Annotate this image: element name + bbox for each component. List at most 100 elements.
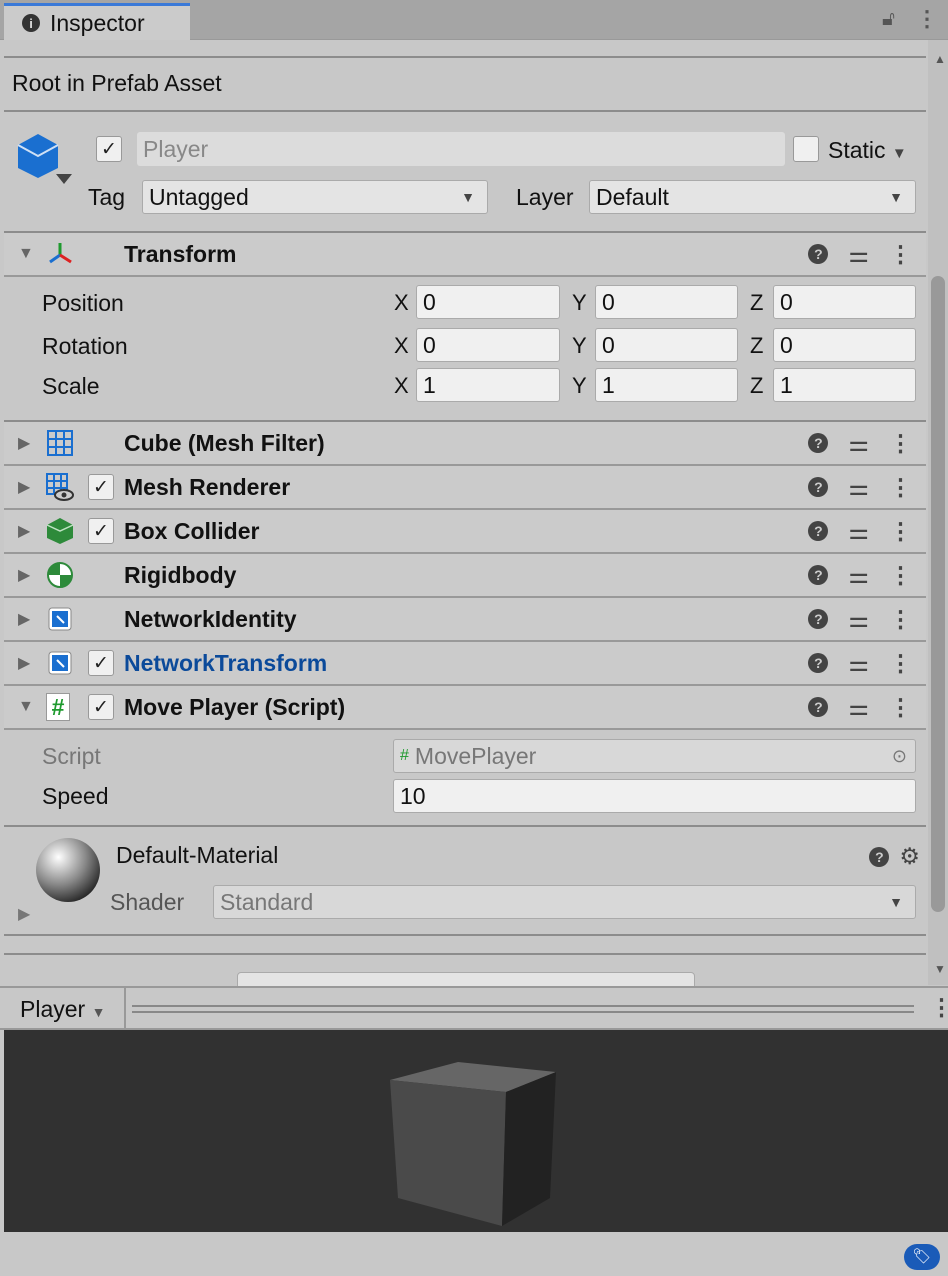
position-x-field[interactable]: 0	[416, 285, 560, 319]
component-header[interactable]: ▶ ✓ Mesh Renderer ? ⚌ ⋮	[4, 466, 926, 510]
axis-label: X	[394, 333, 409, 358]
tab-title: Inspector	[50, 9, 145, 36]
resize-handle[interactable]	[132, 1005, 914, 1013]
mesh-renderer-icon	[46, 473, 74, 501]
help-icon[interactable]: ?	[869, 846, 890, 867]
more-icon[interactable]: ⋮	[889, 430, 912, 457]
component-title: NetworkTransform	[124, 649, 328, 676]
more-icon[interactable]: ⋮	[889, 606, 912, 633]
help-icon[interactable]: ?	[808, 609, 829, 629]
help-icon[interactable]: ?	[808, 653, 829, 673]
network-icon	[46, 649, 74, 677]
component-title: NetworkIdentity	[124, 605, 297, 632]
fold-right-icon[interactable]: ▶	[18, 477, 30, 497]
help-icon[interactable]: ?	[808, 433, 829, 453]
scrollbar-thumb[interactable]	[931, 276, 945, 912]
component-header[interactable]: ▶ Cube (Mesh Filter) ? ⚌ ⋮	[4, 422, 926, 466]
rotation-x-field[interactable]: 0	[416, 328, 560, 362]
enabled-checkbox[interactable]: ✓	[88, 650, 114, 676]
scale-x-field[interactable]: 1	[416, 368, 560, 402]
speed-field[interactable]: 10	[393, 779, 916, 813]
mesh-filter-icon	[46, 429, 74, 457]
enabled-checkbox[interactable]: ✓	[88, 474, 114, 500]
script-field[interactable]: # MovePlayer ⊙	[393, 739, 916, 773]
component-title: Move Player (Script)	[124, 693, 346, 720]
tag-dropdown[interactable]: Untagged	[142, 180, 488, 214]
axis-label: Y	[572, 373, 587, 398]
component-title: Cube (Mesh Filter)	[124, 429, 325, 456]
axis-label: X	[394, 373, 409, 398]
help-icon[interactable]: ?	[808, 565, 829, 585]
tab-inspector[interactable]: i Inspector	[4, 3, 190, 40]
fold-right-icon[interactable]: ▶	[18, 521, 30, 541]
asset-labels-icon[interactable]: 🏷︎	[904, 1244, 940, 1270]
fold-down-icon[interactable]: ▼	[18, 698, 34, 716]
help-icon[interactable]: ?	[808, 244, 829, 264]
more-icon[interactable]: ⋮	[889, 518, 912, 545]
fold-right-icon[interactable]: ▶	[18, 609, 30, 629]
shader-dropdown[interactable]: Standard	[213, 885, 916, 919]
static-dropdown[interactable]: Static ▼	[828, 137, 907, 164]
preview-viewport[interactable]	[4, 1030, 948, 1232]
script-icon: #	[46, 693, 70, 721]
fold-right-icon[interactable]: ▶	[18, 433, 30, 453]
preset-icon[interactable]: ⚌	[848, 650, 869, 677]
name-field[interactable]: Player	[137, 132, 785, 166]
active-checkbox[interactable]: ✓	[96, 136, 122, 162]
more-icon[interactable]: ⋮	[889, 694, 912, 721]
more-icon[interactable]: ⋮	[930, 994, 948, 1021]
position-z-field[interactable]: 0	[773, 285, 916, 319]
fold-down-icon[interactable]: ▼	[18, 245, 34, 263]
layer-dropdown[interactable]: Default	[589, 180, 916, 214]
preset-icon[interactable]: ⚌	[848, 518, 869, 545]
transform-icon	[49, 243, 72, 264]
static-checkbox[interactable]	[793, 136, 819, 162]
transform-header[interactable]: ▼ Transform ? ⚌ ⋮	[4, 233, 926, 277]
scale-y-field[interactable]: 1	[595, 368, 738, 402]
fold-right-icon[interactable]: ▶	[18, 904, 30, 924]
component-title: Rigidbody	[124, 561, 237, 588]
enabled-checkbox[interactable]: ✓	[88, 518, 114, 544]
component-header[interactable]: ▶ NetworkIdentity ? ⚌ ⋮	[4, 598, 926, 642]
rigidbody-icon	[46, 561, 74, 589]
cube-preview	[390, 1062, 556, 1226]
component-header[interactable]: ▶ Rigidbody ? ⚌ ⋮	[4, 554, 926, 598]
preset-icon[interactable]: ⚌	[848, 241, 869, 268]
prefab-header: Root in Prefab Asset	[12, 70, 222, 96]
rotation-z-field[interactable]: 0	[773, 328, 916, 362]
move-player-header[interactable]: ▼ # ✓ Move Player (Script) ? ⚌ ⋮	[4, 686, 926, 730]
more-icon[interactable]: ⋮	[916, 6, 938, 32]
help-icon[interactable]: ?	[808, 521, 829, 541]
help-icon[interactable]: ?	[808, 477, 829, 497]
gameobject-icon[interactable]	[16, 132, 72, 188]
more-icon[interactable]: ⋮	[889, 474, 912, 501]
enabled-checkbox[interactable]: ✓	[88, 694, 114, 720]
lock-icon[interactable]: 🔓︎	[882, 8, 895, 31]
help-icon[interactable]: ?	[808, 697, 829, 717]
gear-icon[interactable]: ⚙	[899, 843, 920, 870]
more-icon[interactable]: ⋮	[889, 241, 912, 268]
axis-label: Z	[750, 290, 764, 315]
tab-bar: i Inspector 🔓︎ ⋮	[0, 0, 948, 40]
fold-right-icon[interactable]: ▶	[18, 653, 30, 673]
script-icon: #	[400, 747, 409, 764]
fold-right-icon[interactable]: ▶	[18, 565, 30, 585]
position-y-field[interactable]: 0	[595, 285, 738, 319]
component-title: Mesh Renderer	[124, 473, 291, 500]
preset-icon[interactable]: ⚌	[848, 694, 869, 721]
script-label: Script	[42, 743, 101, 769]
preview-dropdown[interactable]: Player ▼	[20, 996, 105, 1023]
scale-z-field[interactable]: 1	[773, 368, 916, 402]
scrollbar[interactable]: ▲ ▼	[928, 40, 948, 985]
rotation-y-field[interactable]: 0	[595, 328, 738, 362]
more-icon[interactable]: ⋮	[889, 562, 912, 589]
preset-icon[interactable]: ⚌	[848, 474, 869, 501]
more-icon[interactable]: ⋮	[889, 650, 912, 677]
preset-icon[interactable]: ⚌	[848, 430, 869, 457]
preset-icon[interactable]: ⚌	[848, 562, 869, 589]
transform-row-label: Rotation	[42, 333, 128, 359]
component-header[interactable]: ▶ ✓ NetworkTransform ? ⚌ ⋮	[4, 642, 926, 686]
component-title: Transform	[124, 240, 237, 267]
component-header[interactable]: ▶ ✓ Box Collider ? ⚌ ⋮	[4, 510, 926, 554]
preset-icon[interactable]: ⚌	[848, 606, 869, 633]
